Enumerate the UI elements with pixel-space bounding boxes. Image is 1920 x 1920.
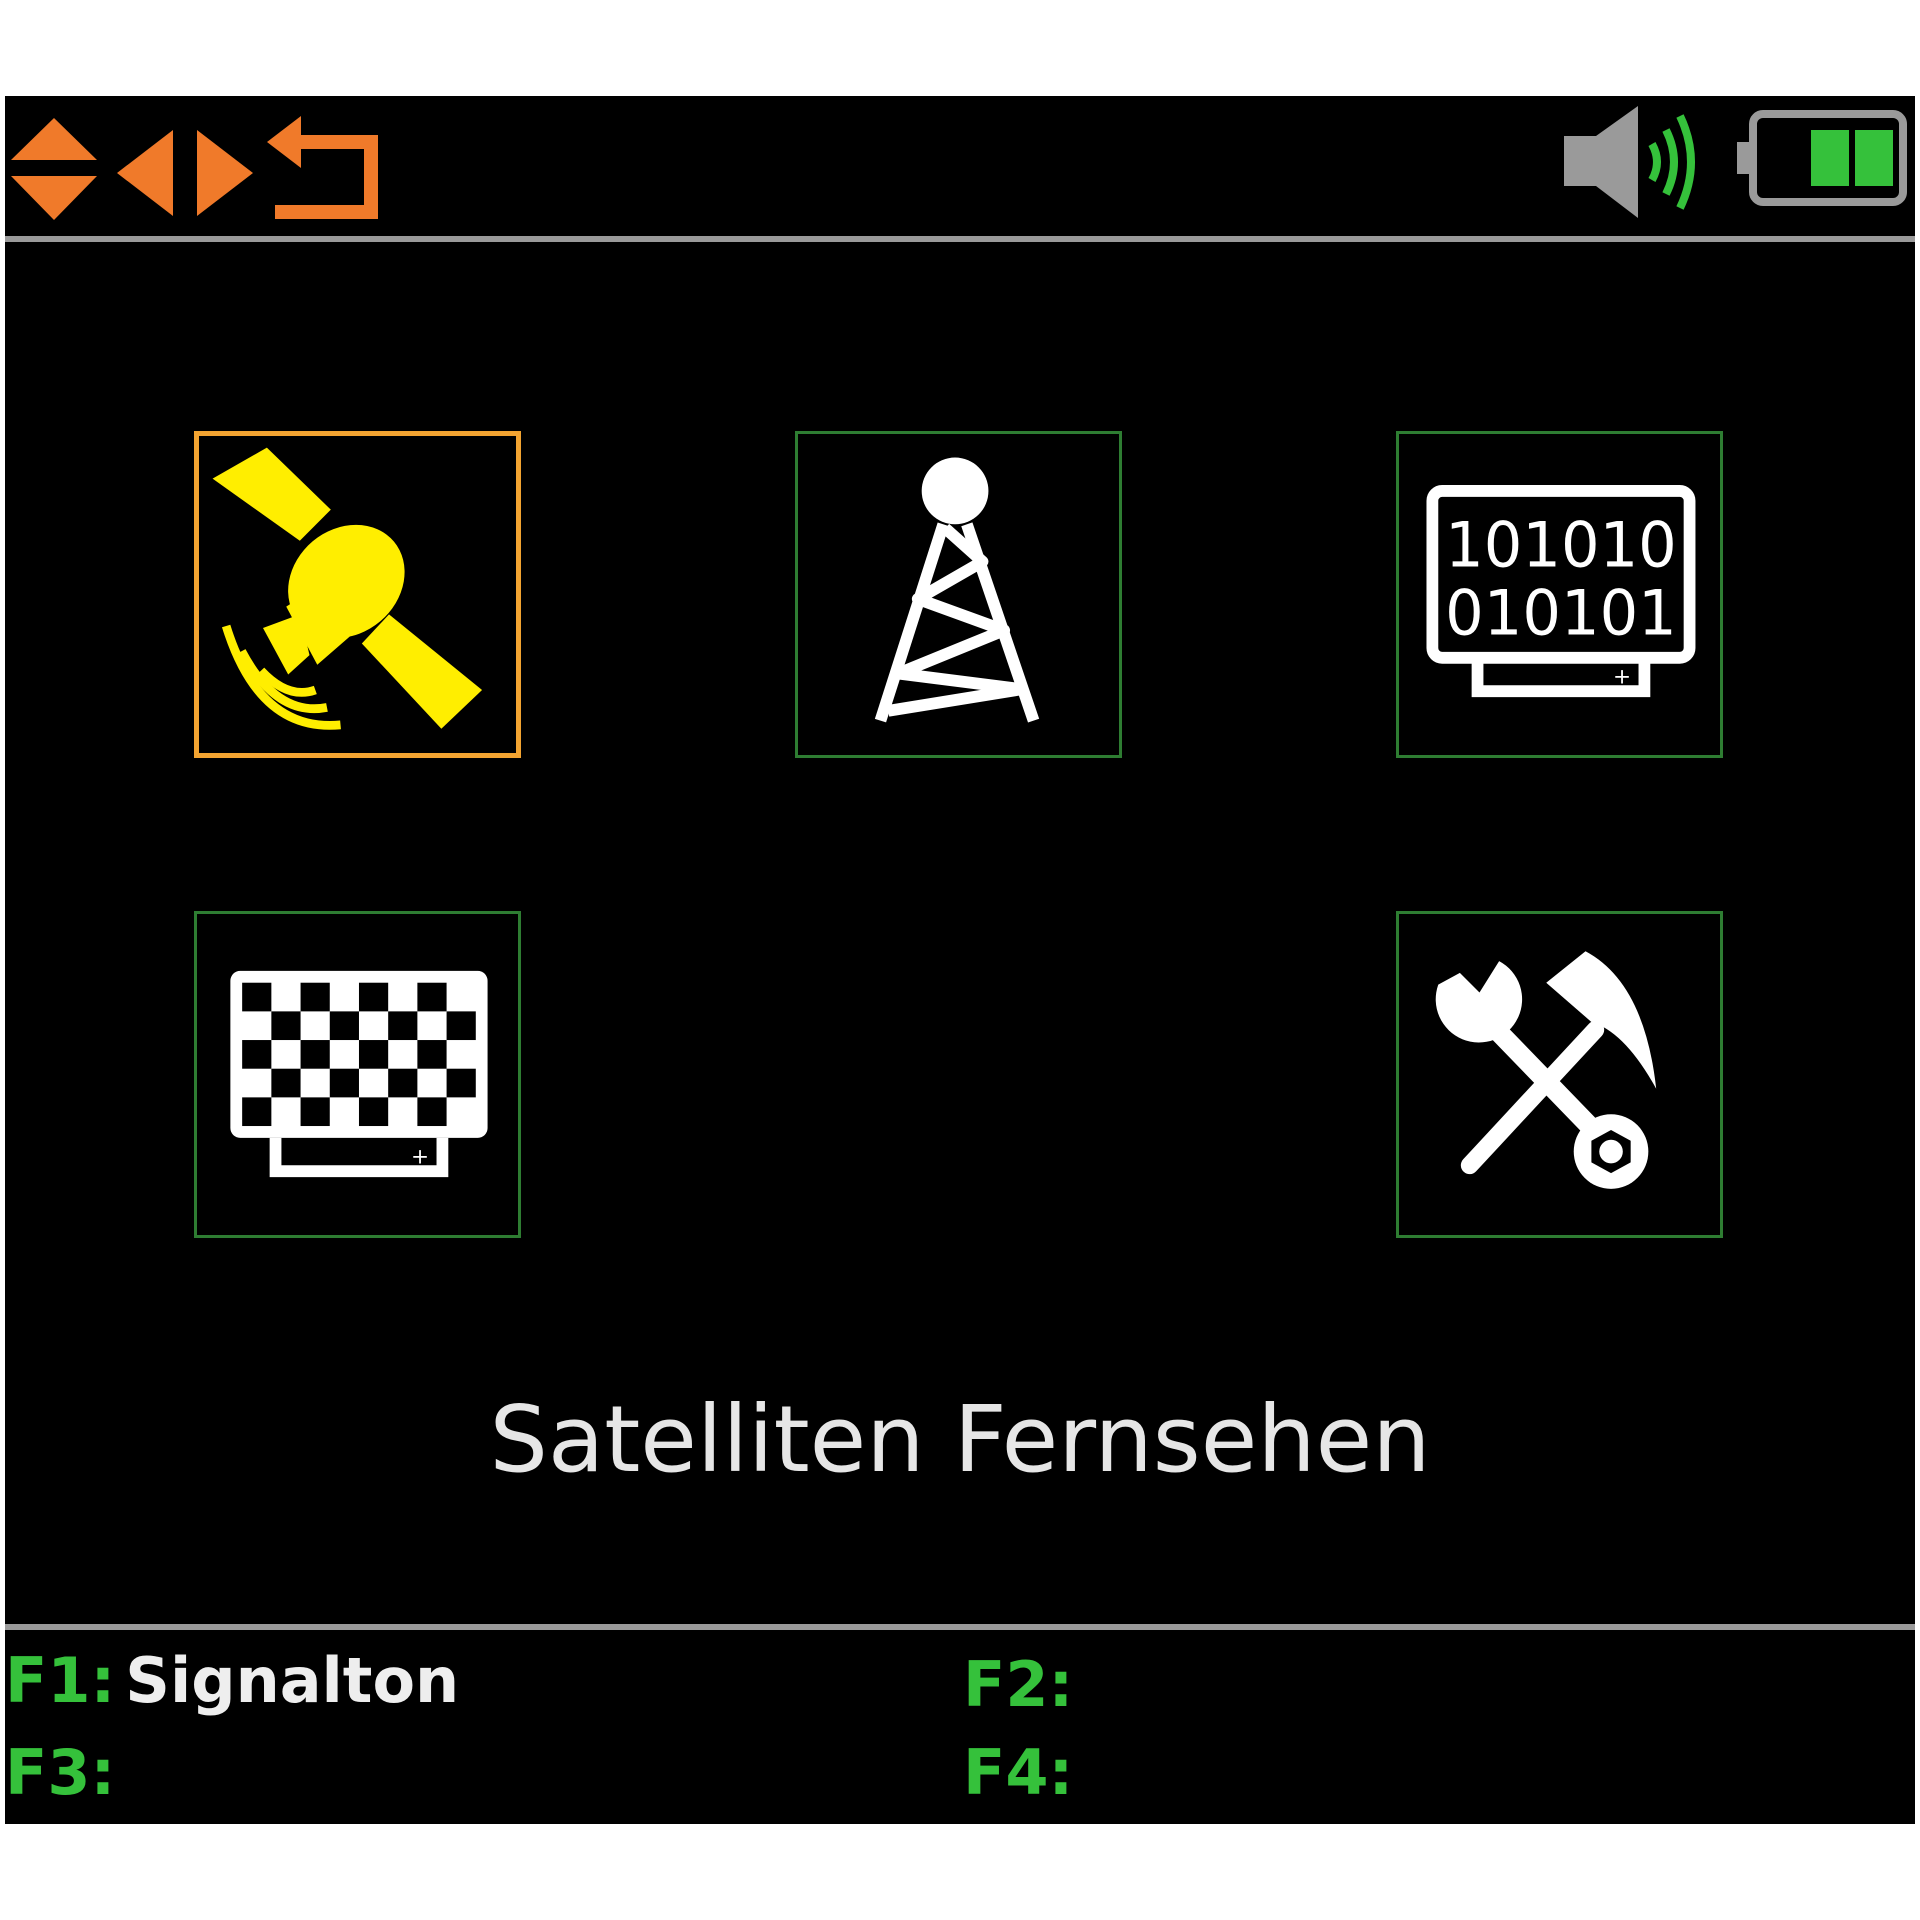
menu-tile-settings[interactable] xyxy=(1396,911,1723,1238)
tools-icon xyxy=(1435,951,1657,1189)
mode-title: Satelliten Fernsehen xyxy=(489,1386,1431,1493)
checker-square xyxy=(300,1097,330,1127)
checker-square xyxy=(446,1011,476,1041)
top-bar xyxy=(5,96,1915,236)
checker-square xyxy=(417,1040,447,1069)
left-arrow-icon[interactable] xyxy=(117,130,173,216)
battery-icon xyxy=(1737,110,1907,206)
function-key-f3[interactable]: F3: xyxy=(5,1742,125,1804)
checkerboard-monitor-icon: + xyxy=(230,970,488,1178)
checker-square xyxy=(300,982,330,1012)
menu-tile-data-monitor[interactable]: 101010 010101 + xyxy=(1396,431,1723,758)
checker-square xyxy=(417,982,447,1012)
function-key-label: F3: xyxy=(5,1736,116,1809)
function-key-value: Signalton xyxy=(125,1644,460,1717)
checker-square xyxy=(358,1097,389,1127)
menu-tile-satellite[interactable] xyxy=(194,431,521,758)
checker-square xyxy=(242,982,272,1012)
checker-square xyxy=(300,1040,330,1069)
binary-line-2: 010101 xyxy=(1445,576,1677,649)
checker-square xyxy=(446,1068,476,1098)
checker-square xyxy=(329,1011,359,1041)
checker-square xyxy=(358,1040,389,1069)
up-down-arrows-icon[interactable] xyxy=(11,118,97,222)
right-arrow-icon[interactable] xyxy=(197,130,253,216)
checker-square xyxy=(388,1011,418,1041)
checker-square xyxy=(329,1068,359,1098)
function-key-label: F1: xyxy=(5,1644,116,1717)
checker-square xyxy=(388,1068,418,1098)
checker-square xyxy=(242,1097,272,1127)
function-key-label: F2: xyxy=(963,1648,1074,1721)
satellite-icon xyxy=(212,447,483,730)
function-key-f2[interactable]: F2: xyxy=(963,1654,1083,1716)
checker-square xyxy=(358,982,389,1012)
checker-square xyxy=(417,1097,447,1127)
binary-monitor-icon: 101010 010101 + xyxy=(1426,485,1696,698)
function-key-label: F4: xyxy=(963,1736,1074,1809)
back-return-icon[interactable] xyxy=(267,116,383,220)
antenna-tower-icon xyxy=(874,457,1040,723)
checker-square xyxy=(271,1068,301,1098)
svg-text:+: + xyxy=(1613,664,1631,689)
device-screen: 101010 010101 + + Satelliten Fernsehen F… xyxy=(5,96,1915,1824)
top-divider xyxy=(5,236,1915,242)
svg-text:+: + xyxy=(411,1144,429,1169)
checker-square xyxy=(242,1040,272,1069)
menu-tile-test-pattern[interactable]: + xyxy=(194,911,521,1238)
speaker-volume-icon xyxy=(1564,106,1695,218)
menu-tile-terrestrial[interactable] xyxy=(795,431,1122,758)
function-key-f4[interactable]: F4: xyxy=(963,1742,1083,1804)
checker-square xyxy=(271,1011,301,1041)
binary-line-1: 101010 xyxy=(1445,509,1677,582)
function-key-f1[interactable]: F1: Signalton xyxy=(5,1650,459,1712)
bottom-divider xyxy=(5,1624,1915,1630)
